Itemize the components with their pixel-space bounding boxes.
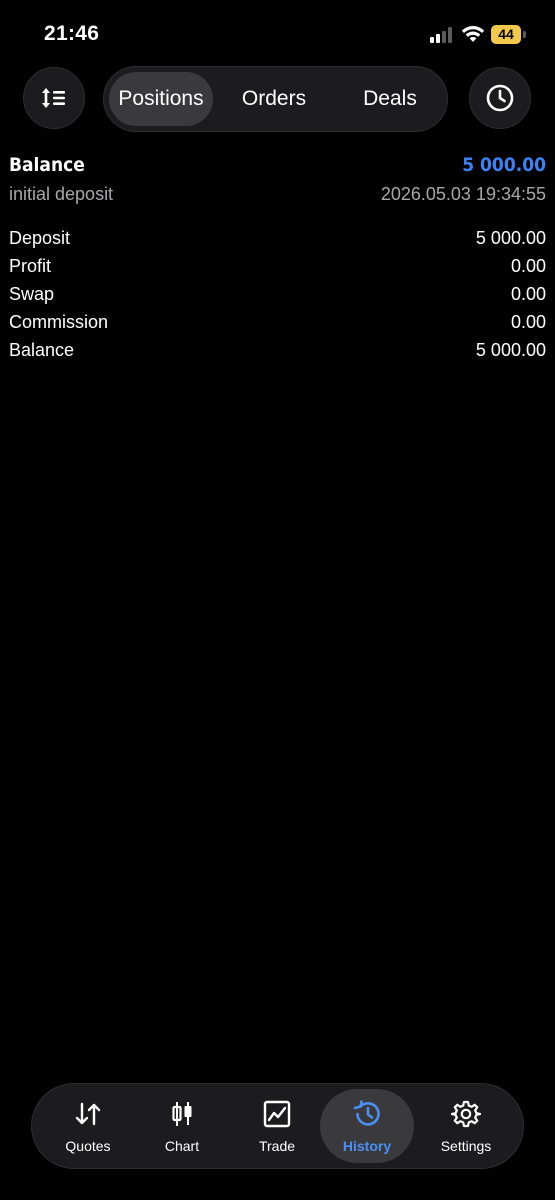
summary-label: Deposit	[9, 228, 71, 248]
summary-row-deposit: Deposit 5 000.00	[9, 228, 546, 254]
entry-amount: 5 000.00	[462, 154, 546, 176]
summary-row-profit: Profit 0.00	[9, 256, 546, 282]
bottom-tab-bar: Quotes Chart Trade History Settings	[31, 1083, 524, 1169]
period-button[interactable]	[469, 67, 531, 129]
summary-row-balance: Balance 5 000.00	[9, 340, 546, 366]
summary-value: 0.00	[510, 312, 546, 332]
tab-chart[interactable]: Chart	[135, 1089, 229, 1163]
tab-settings[interactable]: Settings	[419, 1089, 513, 1163]
history-segmented-control: Positions Orders Deals	[103, 66, 448, 132]
balance-entry-details: initial deposit 2026.05.03 19:34:55	[9, 184, 546, 210]
tab-history[interactable]: History	[320, 1089, 414, 1163]
summary-label: Commission	[9, 312, 109, 332]
sort-button[interactable]	[23, 67, 85, 129]
wifi-icon	[461, 26, 485, 42]
tab-label: Settings	[440, 1138, 492, 1154]
quotes-arrows-icon	[75, 1102, 101, 1126]
summary-label: Swap	[9, 284, 55, 304]
status-time: 21:46	[44, 22, 100, 45]
segment-positions[interactable]: Positions	[109, 72, 213, 126]
segment-orders[interactable]: Orders	[224, 72, 324, 126]
summary-value: 0.00	[510, 284, 546, 304]
candlestick-icon	[172, 1102, 192, 1126]
battery-icon: 44	[491, 25, 527, 44]
tab-label: Trade	[258, 1138, 296, 1154]
sort-icon	[42, 88, 65, 108]
status-bar: 21:46 44	[0, 0, 555, 70]
tab-label: Quotes	[65, 1138, 111, 1154]
tab-quotes[interactable]: Quotes	[41, 1089, 135, 1163]
summary-label: Profit	[9, 256, 52, 276]
battery-level: 44	[498, 26, 514, 42]
entry-title: Balance	[9, 154, 85, 176]
tab-label: History	[342, 1138, 392, 1154]
summary-value: 5 000.00	[475, 228, 546, 248]
segment-deals[interactable]: Deals	[336, 72, 444, 126]
tab-label: Chart	[164, 1138, 200, 1154]
summary-value: 0.00	[510, 256, 546, 276]
cellular-signal-icon	[430, 27, 454, 43]
history-clock-icon	[353, 1100, 380, 1126]
clock-icon	[486, 84, 514, 112]
summary-value: 5 000.00	[475, 340, 546, 360]
entry-timestamp: 2026.05.03 19:34:55	[380, 184, 546, 204]
summary-label: Balance	[9, 340, 75, 360]
gear-icon	[451, 1100, 481, 1128]
balance-entry-header[interactable]: Balance 5 000.00	[9, 154, 546, 180]
summary-row-swap: Swap 0.00	[9, 284, 546, 310]
summary-row-commission: Commission 0.00	[9, 312, 546, 338]
entry-description: initial deposit	[9, 184, 114, 204]
tab-trade[interactable]: Trade	[230, 1089, 324, 1163]
trade-chart-icon	[263, 1100, 291, 1128]
